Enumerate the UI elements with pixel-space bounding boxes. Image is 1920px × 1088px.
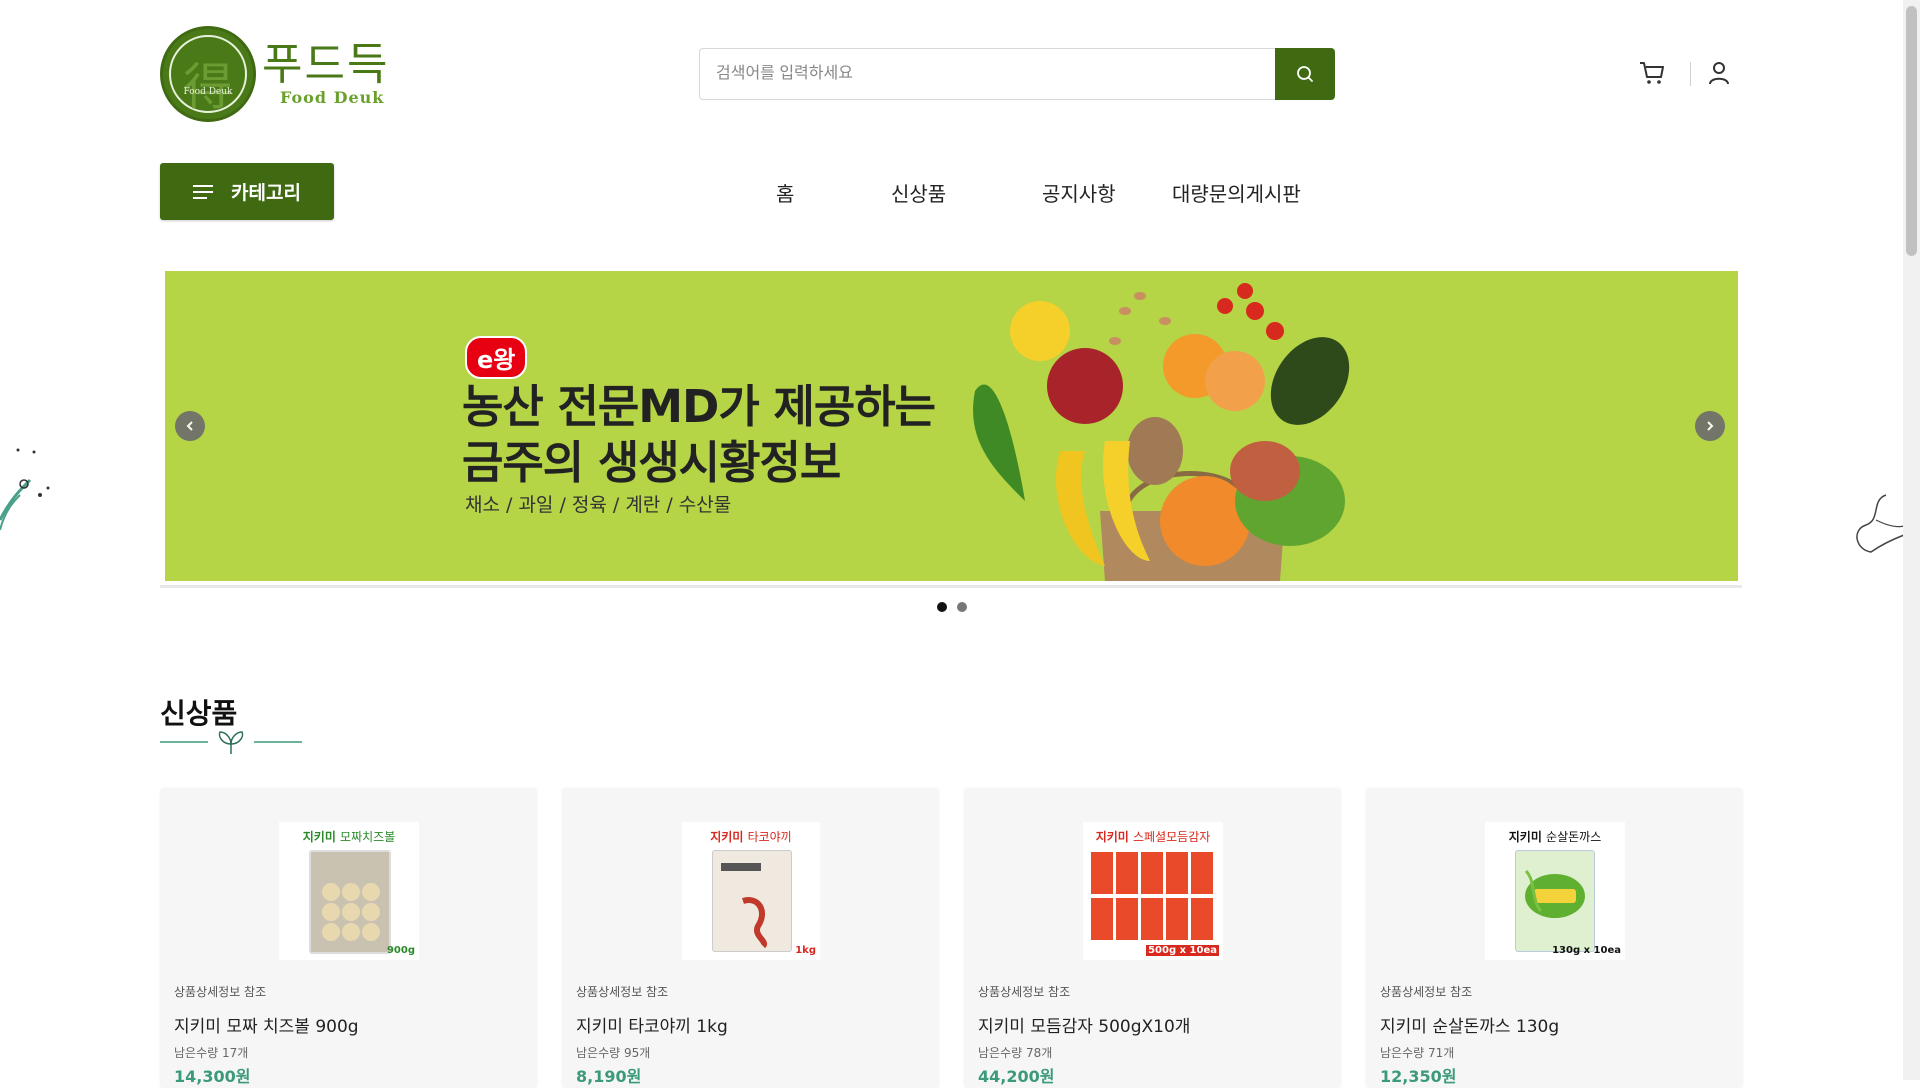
category-button[interactable]: 카테고리: [160, 163, 334, 220]
scrollbar-thumb[interactable]: [1906, 6, 1917, 256]
product-stock: 남은수량 95개: [576, 1046, 651, 1060]
product-image: 지키미 스페셜모듬감자 500g x 10ea: [1083, 822, 1223, 960]
produce-bag-illustration: [973, 283, 1350, 581]
product-note: 상품상세정보 참조: [1380, 985, 1473, 999]
chevron-left-icon: [186, 421, 193, 431]
cart-icon[interactable]: [1638, 60, 1666, 86]
product-card[interactable]: 지키미 스페셜모듬감자 500g x 10ea 상품상세정보 참조 지키미 모듬…: [964, 788, 1341, 1088]
banner-headline: 농산 전문MD가 제공하는 금주의 생생시황정보: [462, 380, 936, 489]
search-input[interactable]: [699, 48, 1275, 100]
search-icon: [1297, 66, 1313, 82]
chevron-right-icon: [1707, 421, 1714, 431]
menu-icon: [193, 184, 214, 199]
banner-subline: 채소 / 과일 / 정육 / 계란 / 수산물: [465, 494, 732, 516]
vertical-scrollbar[interactable]: [1903, 0, 1920, 1080]
logo-korean-text: 푸드득: [262, 38, 390, 90]
banner-prev-button[interactable]: [175, 411, 205, 441]
product-price: 44,200원: [978, 1067, 1055, 1086]
category-label: 카테고리: [231, 182, 301, 204]
product-note: 상품상세정보 참조: [174, 985, 267, 999]
slide-dot-1[interactable]: [937, 602, 947, 612]
logo-emblem: 得 Food Deuk: [160, 26, 256, 122]
product-image: 지키미 모짜치즈볼 900g: [279, 822, 419, 960]
search-bar: [699, 48, 1335, 100]
product-name[interactable]: 지키미 모짜 치즈볼 900g: [174, 1012, 359, 1037]
product-price: 14,300원: [174, 1067, 251, 1086]
product-name[interactable]: 지키미 타코야끼 1kg: [576, 1012, 728, 1037]
site-logo[interactable]: 得 Food Deuk 푸드득 Food Deuk: [160, 24, 400, 124]
search-button[interactable]: [1275, 48, 1335, 100]
banner-next-button[interactable]: [1695, 411, 1725, 441]
product-name[interactable]: 지키미 모듬감자 500gX10개: [978, 1012, 1190, 1037]
product-image: 지키미 순살돈까스 130g x 10ea: [1485, 822, 1625, 960]
banner-badge: e왕: [465, 336, 528, 379]
product-image: 지키미 타코야끼 1kg: [682, 822, 820, 960]
hero-banner: e왕 농산 전문MD가 제공하는 금주의 생생시황정보 채소 / 과일 / 정육…: [165, 271, 1738, 581]
product-price: 12,350원: [1380, 1067, 1457, 1086]
sprout-ornament-icon: [160, 731, 302, 754]
banner-underline: [160, 585, 1742, 588]
nav-bulk-inquiry[interactable]: 대량문의게시판: [1172, 178, 1301, 207]
product-price: 8,190원: [576, 1067, 642, 1086]
product-card[interactable]: 지키미 순살돈까스 130g x 10ea 상품상세정보 참조 지키미 순살돈까…: [1366, 788, 1743, 1088]
nav-notice[interactable]: 공지사항: [1042, 178, 1116, 207]
slide-dot-2[interactable]: [957, 602, 967, 612]
product-stock: 남은수량 71개: [1380, 1046, 1455, 1060]
logo-glyph: 得: [183, 58, 233, 116]
section-title: 신상품: [160, 697, 238, 730]
leaf-decoration-right-icon: [1856, 494, 1905, 553]
product-name[interactable]: 지키미 순살돈까스 130g: [1380, 1012, 1559, 1037]
logo-english-text: Food Deuk: [280, 87, 385, 107]
nav-home[interactable]: 홈: [776, 178, 794, 207]
product-card[interactable]: 지키미 타코야끼 1kg 상품상세정보 참조 지키미 타코야끼 1kg 남은수량…: [562, 788, 939, 1088]
product-note: 상품상세정보 참조: [978, 985, 1071, 999]
product-stock: 남은수량 17개: [174, 1046, 249, 1060]
header-divider: [1690, 62, 1691, 86]
user-icon[interactable]: [1706, 60, 1732, 86]
logo-mini-text: Food Deuk: [183, 87, 233, 97]
leaf-decoration-left-icon: [0, 448, 50, 530]
product-stock: 남은수량 78개: [978, 1046, 1053, 1060]
product-card[interactable]: 지키미 모짜치즈볼 900g 상품상세정보 참조 지키미 모짜 치즈볼 900g…: [160, 788, 537, 1088]
product-note: 상품상세정보 참조: [576, 985, 669, 999]
nav-new-products[interactable]: 신상품: [891, 178, 946, 207]
